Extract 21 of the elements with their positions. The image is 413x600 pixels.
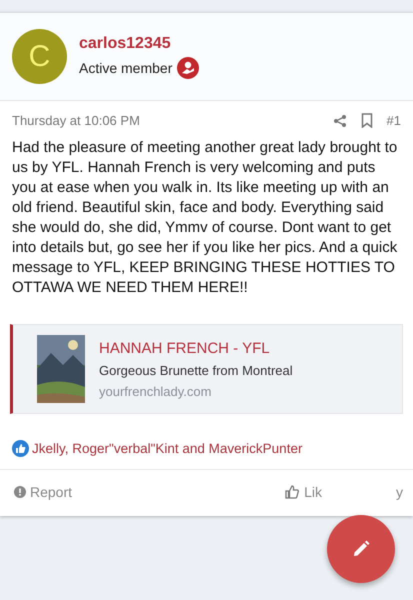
reply-link[interactable]: y xyxy=(396,484,403,500)
badge-icon xyxy=(177,56,200,78)
share-icon[interactable] xyxy=(332,114,347,128)
username-link[interactable]: carlos12345 xyxy=(79,34,200,52)
post-date: Thursday at 10:06 PM xyxy=(12,113,140,128)
preview-description: Gorgeous Brunette from Montreal xyxy=(99,362,293,378)
alert-icon xyxy=(14,486,26,498)
bookmark-icon[interactable] xyxy=(360,113,373,128)
edit-button[interactable] xyxy=(327,515,395,583)
member-title: Active member xyxy=(79,60,172,76)
preview-domain: yourfrenchlady.com xyxy=(99,384,212,398)
reaction-names-link[interactable]: Jkelly, Roger"verbal"Kint and MaverickPunter xyxy=(32,441,302,456)
report-link[interactable]: Report xyxy=(14,484,72,500)
thumbs-up-icon xyxy=(284,484,300,500)
like-link[interactable]: Lik xyxy=(284,484,322,500)
thumbs-up-icon xyxy=(12,440,29,457)
post-text: Had the pleasure of meeting another great lady brought to us by YFL. Hannah French is very welcoming and puts you at ease when you walk in. Its like meeting up with an old friend. Beautiful skin, face and body. Everything said she would do, she did, Ymmv of course. Dont want to get into details but, go see her if you like her pics. And a quick message to YFL, KEEP BRINGING THESE HOTTIES TO OTTAWA WE NEED THEM HERE!! xyxy=(12,138,398,298)
link-preview[interactable]: HANNAH FRENCH - YFL Gorgeous Brunette from Montreal yourfrenchlady.com xyxy=(10,324,403,414)
preview-title-link[interactable]: HANNAH FRENCH - YFL xyxy=(99,340,293,356)
avatar[interactable]: C xyxy=(12,29,67,84)
post-number-link[interactable]: #1 xyxy=(386,113,401,128)
